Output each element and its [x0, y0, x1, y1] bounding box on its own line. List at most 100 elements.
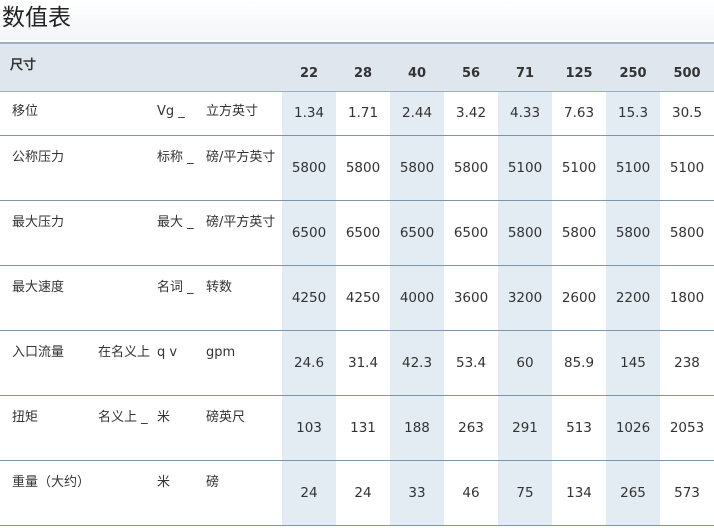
value-cell: 5800: [606, 200, 661, 265]
row-sublabel: [98, 460, 157, 525]
row-unit: 磅/平方英寸: [206, 214, 276, 230]
value-cell: 4250: [345, 289, 381, 306]
value-cell: 291: [498, 395, 553, 460]
row-label: 扭矩: [12, 409, 39, 425]
row-symbol: 名词 _: [157, 279, 194, 295]
value-cell: 5800: [498, 200, 553, 265]
row-unit: 磅英尺: [206, 409, 246, 425]
value-cell: 5800: [345, 159, 381, 176]
row-sublabel: [98, 265, 157, 330]
value-cell: 5800: [561, 224, 597, 241]
value-cell: 263: [458, 419, 484, 436]
value-cell: 2053: [669, 419, 705, 436]
value-cell: 4000: [390, 265, 445, 330]
value-cell: 4250: [282, 265, 337, 330]
row-sublabel: [98, 200, 157, 265]
value-cell: 46: [462, 484, 480, 501]
row-symbol: 米: [157, 409, 171, 425]
value-cell: 2200: [606, 265, 661, 330]
value-cell: 85.9: [563, 354, 595, 371]
table-row: 公称压力 标称 _ 磅/平方英寸 5800 5800 5800 5800 5100 5100 51…: [0, 135, 714, 200]
row-label: 重量（大约）: [12, 474, 91, 490]
size-header: 尺寸: [10, 58, 37, 73]
row-unit: 立方英寸: [206, 103, 259, 119]
value-cell: 31.4: [347, 354, 379, 371]
value-cell: 24: [282, 460, 337, 525]
value-cell: 5800: [669, 224, 705, 241]
size-header-cell: 250: [619, 65, 647, 81]
value-cell: 238: [674, 354, 700, 371]
value-cell: 1800: [669, 289, 705, 306]
value-cell: 1.34: [282, 91, 337, 135]
value-cell: 6500: [345, 224, 381, 241]
table-row: 重量（大约） 米 磅 24 24 33 46 75 134 265 573: [0, 460, 714, 525]
value-cell: 145: [606, 330, 661, 395]
value-cell: 1026: [606, 395, 661, 460]
value-cell: 3200: [498, 265, 553, 330]
size-header-cell: 71: [515, 65, 535, 81]
value-cell: 5100: [561, 159, 597, 176]
value-cell: 6500: [390, 200, 445, 265]
value-cell: 3600: [453, 289, 489, 306]
row-symbol: 标称 _: [157, 149, 194, 165]
value-cell: 134: [566, 484, 592, 501]
value-cell: 42.3: [390, 330, 445, 395]
table-row: 移位 Vg _ 立方英寸 1.34 1.71 2.44 3.42 4.33 7.63 15.3 30…: [0, 91, 714, 135]
page-title: 数值表: [2, 5, 71, 31]
value-cell: 5800: [282, 135, 337, 200]
spec-table: 尺寸 22 28 40 56 71 125 250 500 移位 Vg _ 立方英寸…: [0, 42, 714, 526]
row-symbol: 米: [157, 474, 171, 490]
value-cell: 24.6: [282, 330, 337, 395]
row-sublabel: 名义上 _: [98, 409, 148, 425]
row-symbol: q v: [157, 344, 178, 360]
value-cell: 103: [282, 395, 337, 460]
value-cell: 513: [566, 419, 592, 436]
value-cell: 1.71: [347, 105, 379, 121]
size-header-cell: 125: [565, 65, 593, 81]
size-header-cell: 22: [299, 65, 319, 81]
row-unit: 磅: [206, 474, 220, 490]
value-cell: 53.4: [455, 354, 487, 371]
row-sublabel: [98, 91, 157, 135]
row-label: 最大压力: [12, 214, 65, 230]
size-header-cell: 56: [461, 65, 481, 81]
value-cell: 4.33: [498, 91, 553, 135]
value-cell: 265: [606, 460, 661, 525]
size-header-cell: 28: [353, 65, 373, 81]
size-header-cell: 40: [407, 65, 427, 81]
row-label: 最大速度: [12, 279, 65, 295]
row-unit: 磅/平方英寸: [206, 149, 276, 165]
value-cell: 6500: [282, 200, 337, 265]
value-cell: 6500: [453, 224, 489, 241]
value-cell: 131: [350, 419, 376, 436]
table-header-row: 尺寸 22 28 40 56 71 125 250 500: [0, 43, 714, 91]
value-cell: 573: [674, 484, 700, 501]
row-label: 入口流量: [12, 344, 65, 360]
title-bar: [0, 0, 714, 40]
value-cell: 2.44: [390, 91, 445, 135]
row-sublabel: [98, 135, 157, 200]
value-cell: 5800: [390, 135, 445, 200]
value-cell: 5100: [669, 159, 705, 176]
value-cell: 24: [354, 484, 372, 501]
value-cell: 188: [390, 395, 445, 460]
row-unit: gpm: [206, 344, 236, 360]
size-header-cell: 500: [673, 65, 701, 81]
value-cell: 7.63: [563, 105, 595, 121]
row-symbol: 最大 _: [157, 214, 194, 230]
value-cell: 75: [498, 460, 553, 525]
row-sublabel: 在名义上: [98, 344, 151, 360]
value-cell: 15.3: [606, 91, 661, 135]
value-cell: 3.42: [455, 105, 487, 121]
value-cell: 60: [498, 330, 553, 395]
value-cell: 5100: [498, 135, 553, 200]
value-cell: 33: [390, 460, 445, 525]
row-symbol: Vg _: [157, 103, 185, 119]
table-row: 最大速度 名词 _ 转数 4250 4250 4000 3600 3200 2600 2200 18…: [0, 265, 714, 330]
row-unit: 转数: [206, 279, 233, 295]
value-cell: 30.5: [671, 105, 703, 121]
row-label: 公称压力: [12, 149, 65, 165]
table-row: 最大压力 最大 _ 磅/平方英寸 6500 6500 6500 6500 5800 5800 58…: [0, 200, 714, 265]
value-cell: 5800: [453, 159, 489, 176]
table-row: 入口流量 在名义上 q v gpm 24.6 31.4 42.3 53.4 60 85.9 145 2…: [0, 330, 714, 395]
